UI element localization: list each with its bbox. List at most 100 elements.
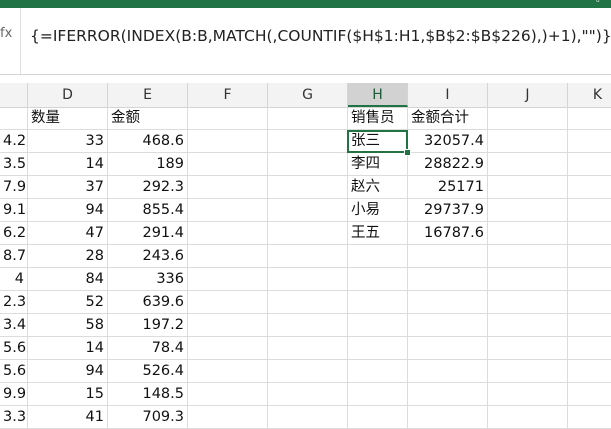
cell[interactable]: [188, 291, 268, 314]
fill-handle[interactable]: [404, 149, 411, 156]
cell[interactable]: [488, 337, 568, 360]
cell[interactable]: 32057.4: [408, 130, 488, 153]
column-header-k[interactable]: K: [568, 83, 611, 107]
cell[interactable]: [188, 222, 268, 245]
cell[interactable]: 8.7: [0, 245, 28, 268]
column-header-i[interactable]: I: [408, 83, 488, 107]
cell[interactable]: 25171: [408, 176, 488, 199]
cell[interactable]: [488, 245, 568, 268]
cell[interactable]: 9.1: [0, 199, 28, 222]
cell[interactable]: 52: [28, 291, 108, 314]
cell[interactable]: [188, 199, 268, 222]
cell[interactable]: 张三: [348, 130, 408, 153]
cell[interactable]: 28822.9: [408, 153, 488, 176]
cell[interactable]: 33: [28, 130, 108, 153]
cell[interactable]: 291.4: [108, 222, 188, 245]
ribbon-icon[interactable]: ᵘ: [596, 0, 600, 8]
cell[interactable]: 639.6: [108, 291, 188, 314]
cell[interactable]: 赵六: [348, 176, 408, 199]
spreadsheet-grid[interactable]: DEFGHIJK 数量 金额 销售员 金额合计 4.2 33 468.6 张三 32057.4 3…: [0, 83, 611, 429]
cell[interactable]: [488, 291, 568, 314]
cell[interactable]: [268, 130, 348, 153]
cell[interactable]: [568, 291, 611, 314]
cell[interactable]: [348, 314, 408, 337]
cell[interactable]: [188, 245, 268, 268]
cell[interactable]: [408, 245, 488, 268]
cell[interactable]: [188, 153, 268, 176]
cell[interactable]: [268, 199, 348, 222]
cell[interactable]: 4: [0, 268, 28, 291]
cell[interactable]: [408, 268, 488, 291]
cell[interactable]: 7.9: [0, 176, 28, 199]
cell[interactable]: [268, 337, 348, 360]
cell[interactable]: [408, 291, 488, 314]
cell[interactable]: [568, 199, 611, 222]
cell[interactable]: 金额合计: [408, 107, 488, 130]
cell[interactable]: [188, 383, 268, 406]
cell[interactable]: [568, 107, 611, 130]
column-header-h[interactable]: H: [348, 83, 408, 107]
cell[interactable]: [488, 268, 568, 291]
formula-input[interactable]: {=IFERROR(INDEX(B:B,MATCH(,COUNTIF($H$1:…: [30, 27, 611, 45]
cell[interactable]: [348, 383, 408, 406]
cell[interactable]: 4.2: [0, 130, 28, 153]
cell[interactable]: 28: [28, 245, 108, 268]
cell[interactable]: 3.4: [0, 314, 28, 337]
cell[interactable]: [188, 360, 268, 383]
cell[interactable]: [488, 383, 568, 406]
column-header-f[interactable]: F: [188, 83, 268, 107]
cell[interactable]: [268, 360, 348, 383]
cell[interactable]: [568, 245, 611, 268]
cell[interactable]: [568, 130, 611, 153]
cell[interactable]: 84: [28, 268, 108, 291]
cell[interactable]: 47: [28, 222, 108, 245]
cell[interactable]: 243.6: [108, 245, 188, 268]
cell[interactable]: 468.6: [108, 130, 188, 153]
cell[interactable]: [408, 360, 488, 383]
cell[interactable]: 78.4: [108, 337, 188, 360]
cell[interactable]: 292.3: [108, 176, 188, 199]
cell[interactable]: 5.6: [0, 337, 28, 360]
column-header-e[interactable]: E: [108, 83, 188, 107]
cell[interactable]: [268, 314, 348, 337]
cell[interactable]: [568, 360, 611, 383]
cell[interactable]: 3.5: [0, 153, 28, 176]
cell[interactable]: [488, 222, 568, 245]
cell[interactable]: [188, 268, 268, 291]
cell[interactable]: 37: [28, 176, 108, 199]
cell[interactable]: [408, 383, 488, 406]
cell[interactable]: 15: [28, 383, 108, 406]
cell[interactable]: [188, 107, 268, 130]
cell[interactable]: [188, 176, 268, 199]
column-header-g[interactable]: G: [268, 83, 348, 107]
cell[interactable]: 855.4: [108, 199, 188, 222]
cell[interactable]: 数量: [28, 107, 108, 130]
cell[interactable]: 94: [28, 199, 108, 222]
cell[interactable]: 王五: [348, 222, 408, 245]
cell[interactable]: [268, 107, 348, 130]
cell[interactable]: [488, 314, 568, 337]
cell[interactable]: [268, 153, 348, 176]
cell[interactable]: 9.9: [0, 383, 28, 406]
cell[interactable]: [568, 153, 611, 176]
cell[interactable]: [188, 314, 268, 337]
cell[interactable]: [188, 337, 268, 360]
cell[interactable]: 148.5: [108, 383, 188, 406]
cell[interactable]: [568, 337, 611, 360]
fx-icon[interactable]: fx: [0, 26, 12, 41]
cell[interactable]: [568, 176, 611, 199]
cell[interactable]: [348, 268, 408, 291]
cell[interactable]: [488, 176, 568, 199]
cell[interactable]: 5.6: [0, 360, 28, 383]
cell[interactable]: 李四: [348, 153, 408, 176]
cell[interactable]: [348, 337, 408, 360]
cell[interactable]: 29737.9: [408, 199, 488, 222]
cell[interactable]: [488, 107, 568, 130]
cell[interactable]: [348, 360, 408, 383]
cell[interactable]: 14: [28, 337, 108, 360]
cell[interactable]: 销售员: [348, 107, 408, 130]
column-header-d[interactable]: D: [28, 83, 108, 107]
cell[interactable]: [268, 291, 348, 314]
cell[interactable]: [188, 130, 268, 153]
cell[interactable]: [408, 314, 488, 337]
